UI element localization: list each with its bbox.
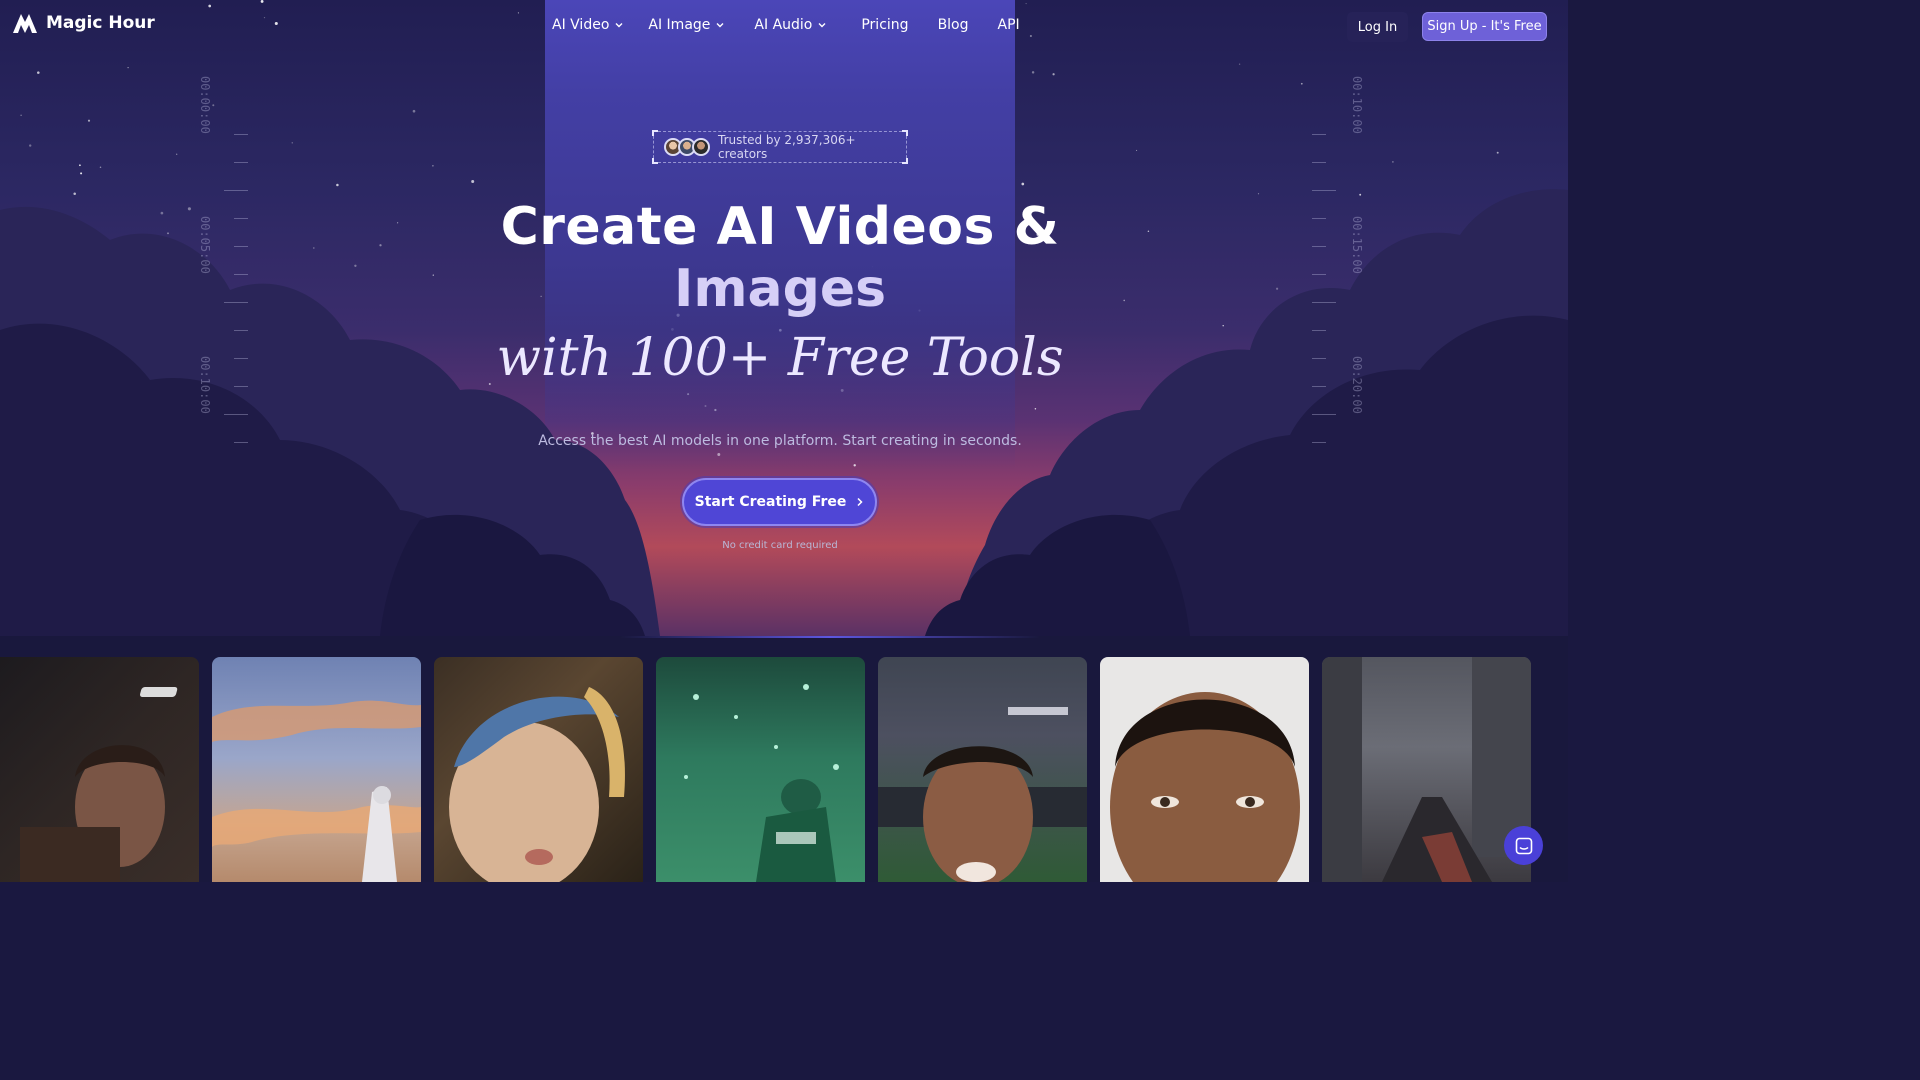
chevron-right-icon [857,497,863,507]
nav-pricing-label: Pricing [861,17,909,33]
trust-badge: Trusted by 2,937,306+ creators [652,130,908,164]
chat-icon [1515,837,1532,854]
gallery-card-man-portrait[interactable] [0,657,199,882]
hero-headline: Create AI Videos & Images with 100+ Free… [0,196,1560,394]
avatar [692,138,710,156]
badge-corner [902,158,908,164]
trust-text: Trusted by 2,937,306+ creators [718,133,856,161]
gallery-card-pearl-earring[interactable] [434,657,643,882]
nav-ai-image[interactable]: AI Image [648,17,725,33]
ruler-tick [1312,134,1326,135]
ruler-tick [224,414,248,415]
nav-blog[interactable]: Blog [938,17,969,33]
ruler-tick [1312,414,1336,415]
nav-ai-video[interactable]: AI Video [552,17,624,33]
headline-line-1: Create AI Videos & [500,197,1060,257]
nav-api[interactable]: API [998,17,1020,33]
chat-support-button[interactable] [1504,826,1543,865]
badge-corner [652,130,658,136]
nav-ai-audio[interactable]: AI Audio [754,17,827,33]
nav-pricing[interactable]: Pricing [861,17,908,33]
card-thumbnail [684,684,839,882]
card-thumbnail [1110,692,1300,882]
ruler-timecode: 00:10:00 [1350,76,1364,134]
ruler-tick [1312,190,1336,191]
hero-subtitle: Access the best AI models in one platfor… [538,433,1022,449]
badge-corner [902,130,908,136]
cta-label: Start Creating Free [694,494,847,510]
ruler-tick [1312,162,1326,163]
gallery-card-football-player[interactable] [656,657,865,882]
headline-line-3: with 100+ Free Tools [496,328,1064,388]
card-thumbnail [1322,657,1531,882]
nav-blog-label: Blog [937,17,969,33]
main-navigation: AI Video AI Image AI Audio Pricing Blog … [552,17,1020,33]
gallery-card-stadium-selfie[interactable] [878,657,1087,882]
showcase-gallery [0,636,1568,882]
chevron-down-icon [716,23,724,28]
magic-hour-logo-icon [13,14,37,33]
gallery-card-face-closeup[interactable] [1100,657,1309,882]
card-thumbnail [20,687,178,882]
card-thumbnail [212,700,421,882]
nav-ai-video-label: AI Video [552,17,610,33]
gallery-divider-glow [620,636,1040,638]
ruler-tick [224,190,248,191]
nav-ai-image-label: AI Image [648,17,711,33]
creator-avatars [664,138,710,156]
chevron-down-icon [818,23,826,28]
signup-button[interactable]: Sign Up - It's Free [1422,12,1547,41]
start-creating-button[interactable]: Start Creating Free [682,478,877,526]
chevron-down-icon [615,23,623,28]
gallery-card-sky-warrior[interactable] [212,657,421,882]
card-thumbnail [449,687,625,882]
login-button[interactable]: Log In [1347,12,1408,42]
no-credit-card-note: No credit card required [722,540,838,551]
brand-logo[interactable]: Magic Hour [12,12,155,34]
headline-line-2: Images [673,259,887,319]
card-thumbnail [878,707,1087,882]
ruler-tick [234,134,248,135]
nav-api-label: API [997,17,1020,33]
gallery-card-city-street[interactable] [1322,657,1531,882]
brand-name: Magic Hour [46,13,155,33]
nav-ai-audio-label: AI Audio [754,17,813,33]
ruler-tick [234,162,248,163]
badge-corner [652,158,658,164]
ruler-timecode: 00:00:00 [198,76,212,134]
